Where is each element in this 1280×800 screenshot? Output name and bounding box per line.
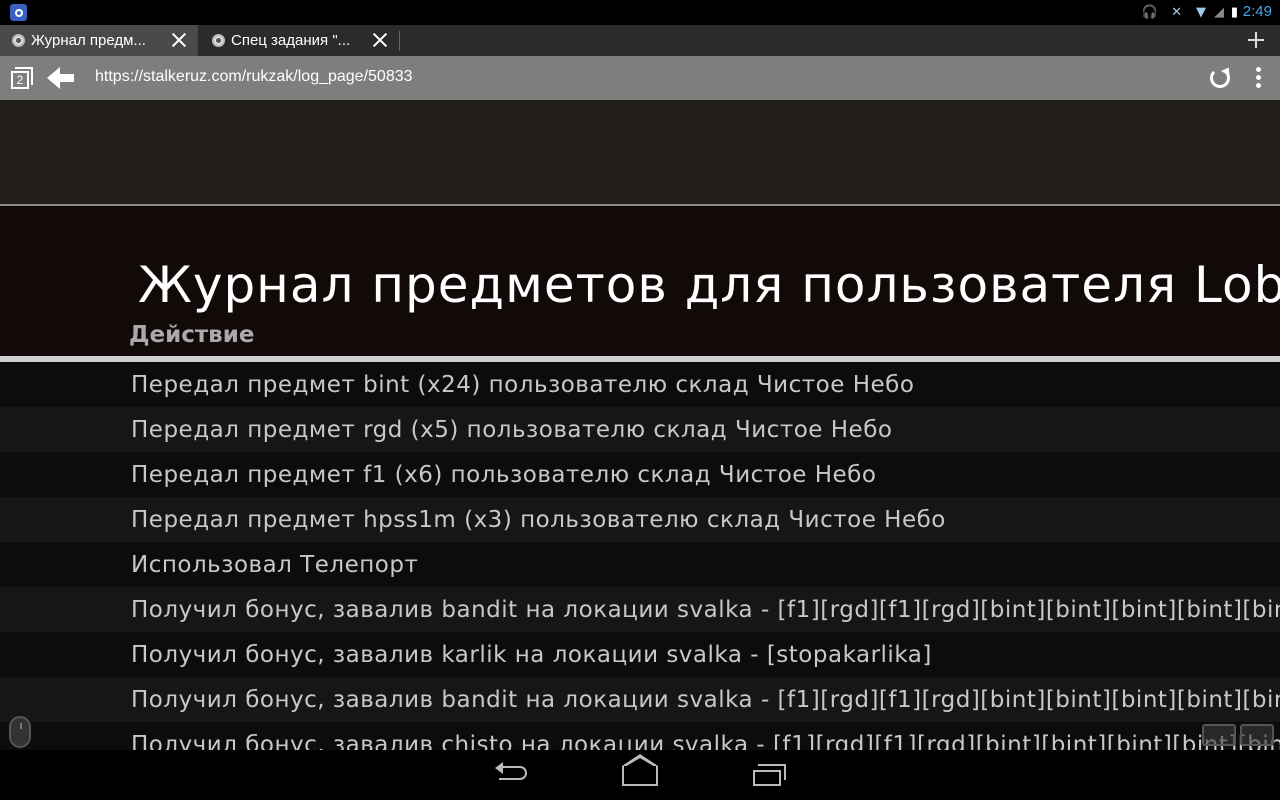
tab-strip: Журнал предм... Спец задания "... (0, 25, 1280, 56)
nav-recents-icon[interactable] (748, 762, 788, 788)
page-title: Журнал предметов для пользователя Lobst (138, 256, 1280, 314)
web-page: Журнал предметов для пользователя Lobst … (0, 100, 1280, 750)
system-nav-bar (0, 750, 1280, 800)
table-row: Получил бонус, завалив bandit на локации… (0, 677, 1280, 722)
search-app-icon (10, 4, 27, 21)
nav-home-icon[interactable] (620, 754, 660, 788)
mute-icon: ✕ (1171, 5, 1182, 20)
overflow-menu-icon[interactable] (1256, 67, 1262, 91)
nav-back-icon[interactable] (493, 762, 533, 788)
back-arrow-icon[interactable] (47, 67, 75, 89)
battery-charging-icon: ▮ (1230, 5, 1238, 20)
table-row: Получил бонус, завалив karlik на локации… (0, 632, 1280, 677)
globe-icon (212, 34, 225, 47)
tab-item-special-tasks[interactable]: Спец задания "... (200, 25, 399, 56)
table-row: Передал предмет rgd (x5) пользователю ск… (0, 407, 1280, 452)
site-header (0, 100, 1280, 206)
tab-title: Журнал предм... (31, 32, 146, 49)
new-tab-button[interactable] (1246, 30, 1266, 50)
address-field[interactable]: https://stalkeruz.com/rukzak/log_page/50… (95, 68, 413, 86)
table-row: Использовал Телепорт (0, 542, 1280, 587)
tab-item-log[interactable]: Журнал предм... (0, 25, 198, 56)
tab-title: Спец задания "... (231, 32, 351, 49)
table-row: Получил бонус, завалив chisto на локации… (0, 722, 1280, 750)
tabs-overview-button[interactable]: 2 (11, 67, 33, 89)
column-header-action: Действие (129, 322, 255, 348)
globe-icon (12, 34, 25, 47)
table-row: Получил бонус, завалив bandit на локации… (0, 587, 1280, 632)
close-tab-icon[interactable] (371, 31, 389, 49)
table-row: Передал предмет hpss1m (x3) пользователю… (0, 497, 1280, 542)
status-bar: 🎧 ✕ ▼ ◢ ▮ 2:49 (0, 0, 1280, 25)
table-row: Передал предмет bint (x24) пользователю … (0, 362, 1280, 407)
mouse-icon[interactable] (9, 716, 31, 748)
close-tab-icon[interactable] (170, 31, 188, 49)
no-signal-icon: ◢ (1214, 5, 1224, 20)
keyboard-icon[interactable] (1194, 724, 1274, 748)
headphones-icon: 🎧 (1141, 5, 1158, 20)
wifi-icon: ▼ (1196, 5, 1206, 20)
status-time: 2:49 (1242, 3, 1272, 20)
tab-divider (399, 31, 400, 51)
url-bar: 2 https://stalkeruz.com/rukzak/log_page/… (0, 56, 1280, 100)
log-table: Передал предмет bint (x24) пользователю … (0, 362, 1280, 750)
reload-icon[interactable] (1210, 68, 1230, 88)
tab-count: 2 (11, 71, 29, 89)
table-row: Передал предмет f1 (x6) пользователю скл… (0, 452, 1280, 497)
